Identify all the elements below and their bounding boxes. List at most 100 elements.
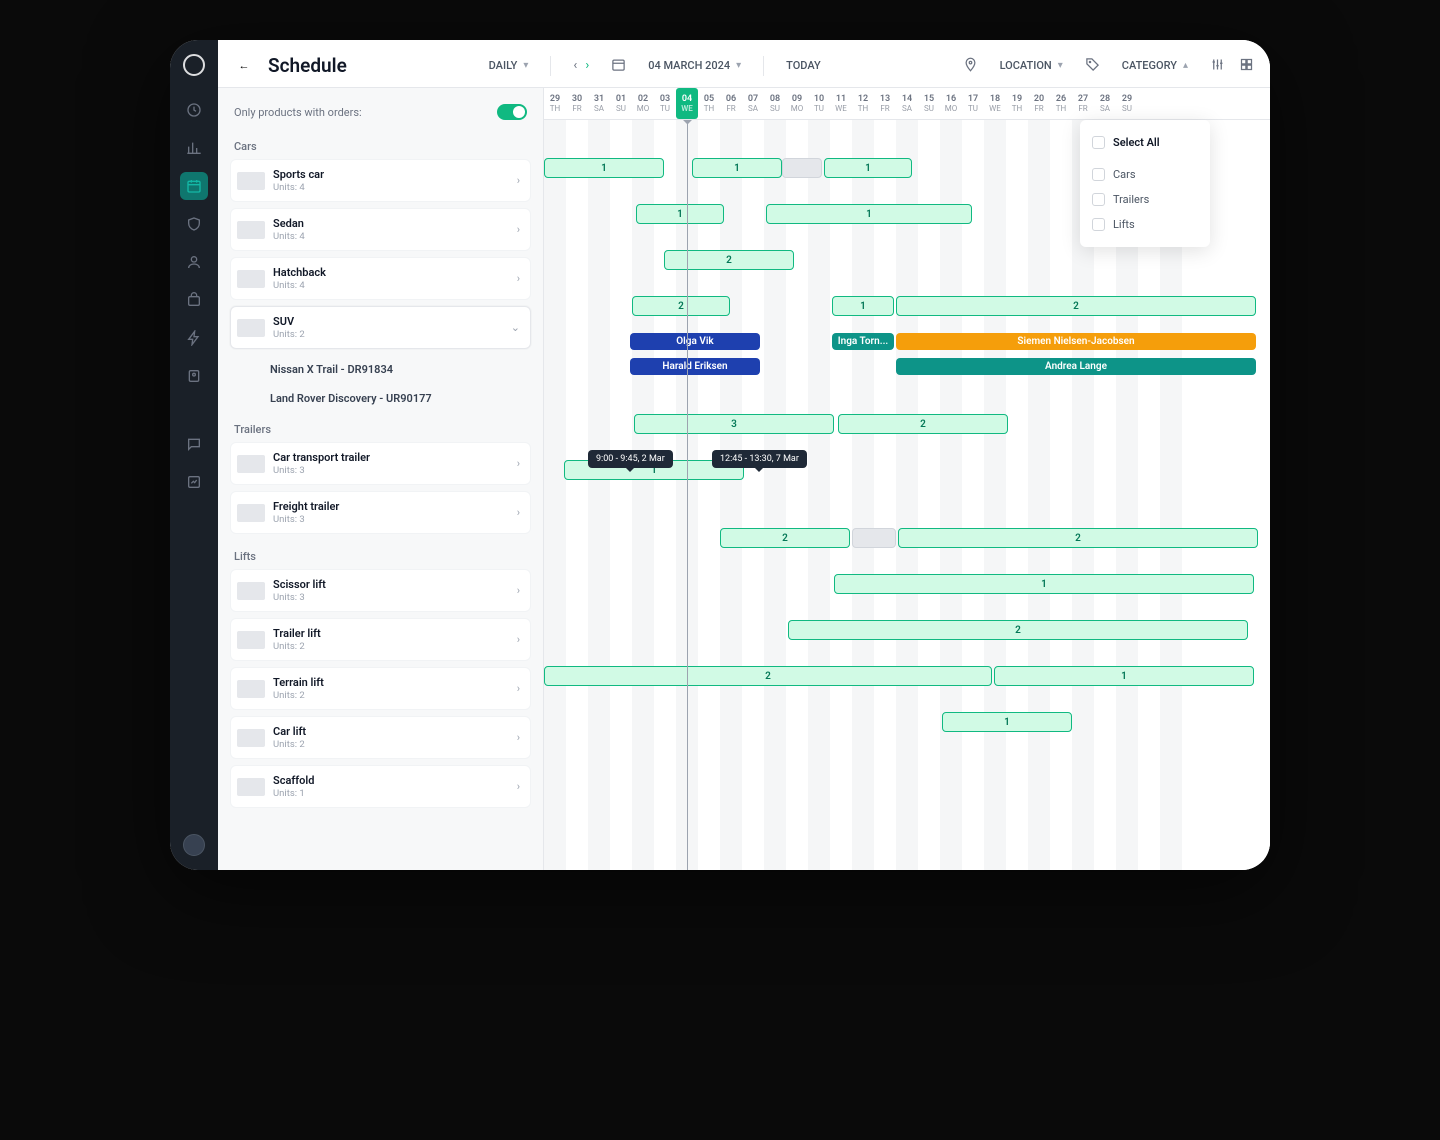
product-row[interactable]: Freight trailerUnits: 3› (230, 491, 531, 534)
product-row[interactable]: Terrain liftUnits: 2› (230, 667, 531, 710)
product-row[interactable]: ScaffoldUnits: 1› (230, 765, 531, 808)
stats-icon[interactable] (180, 468, 208, 496)
dropdown-item[interactable]: Trailers (1090, 187, 1200, 212)
day-column[interactable]: 06FR (720, 88, 742, 119)
booking-bar[interactable]: 2 (544, 666, 992, 686)
day-column[interactable]: 05TH (698, 88, 720, 119)
calendar-icon[interactable] (180, 172, 208, 200)
day-column[interactable]: 11WE (830, 88, 852, 119)
booking-bar[interactable]: 3 (634, 414, 834, 434)
booking-bar[interactable]: 2 (838, 414, 1008, 434)
day-column[interactable]: 12TH (852, 88, 874, 119)
product-row[interactable]: HatchbackUnits: 4› (230, 257, 531, 300)
product-row[interactable]: Scissor liftUnits: 3› (230, 569, 531, 612)
booking-bar[interactable]: 1 (834, 574, 1254, 594)
booking-bar[interactable]: 2 (896, 296, 1256, 316)
product-row[interactable]: Trailer liftUnits: 2› (230, 618, 531, 661)
avatar[interactable] (183, 834, 205, 856)
day-column[interactable]: 15SU (918, 88, 940, 119)
product-row[interactable]: Car liftUnits: 2› (230, 716, 531, 759)
dropdown-item[interactable]: Cars (1090, 162, 1200, 187)
today-button[interactable]: TODAY (778, 59, 829, 72)
date-display[interactable]: 04 MARCH 2024▾ (640, 59, 749, 72)
day-column[interactable]: 27FR (1072, 88, 1094, 119)
booking-bar[interactable]: 2 (788, 620, 1248, 640)
day-column[interactable]: 17TU (962, 88, 984, 119)
back-button[interactable]: ← (234, 56, 254, 76)
product-row[interactable]: SedanUnits: 4› (230, 208, 531, 251)
day-column[interactable]: 20FR (1028, 88, 1050, 119)
booking-bar[interactable]: 2 (632, 296, 730, 316)
box-icon[interactable] (180, 286, 208, 314)
product-thumb (237, 221, 265, 239)
day-column[interactable]: 29TH (544, 88, 566, 119)
booking-bar[interactable]: Harald Eriksen (630, 358, 760, 375)
category-select[interactable]: CATEGORY▴ (1114, 59, 1196, 72)
user-icon[interactable] (180, 248, 208, 276)
day-column[interactable]: 13FR (874, 88, 896, 119)
prev-button[interactable]: ‹ (571, 58, 579, 73)
settings-icon[interactable] (1210, 57, 1225, 75)
shield-icon[interactable] (180, 210, 208, 238)
timeline-row: 1 (544, 700, 1270, 746)
timeline-row: 32 (544, 402, 1270, 448)
booking-bar[interactable]: Inga Torn... (832, 333, 894, 350)
day-column[interactable]: 16MO (940, 88, 962, 119)
booking-bar[interactable]: 1 (994, 666, 1254, 686)
product-row[interactable]: Car transport trailerUnits: 3› (230, 442, 531, 485)
calendar-picker-icon[interactable] (611, 57, 626, 75)
booking-bar[interactable]: Siemen Nielsen-Jacobsen (896, 333, 1256, 350)
badge-icon[interactable] (180, 362, 208, 390)
chart-icon[interactable] (180, 134, 208, 162)
booking-bar[interactable]: 1 (832, 296, 894, 316)
chat-icon[interactable] (180, 430, 208, 458)
product-thumb (237, 172, 265, 190)
filter-toggle[interactable] (497, 104, 527, 120)
dropdown-select-all[interactable]: Select All (1090, 130, 1200, 162)
dropdown-item[interactable]: Lifts (1090, 212, 1200, 237)
day-column[interactable]: 18WE (984, 88, 1006, 119)
day-column[interactable]: 29SU (1116, 88, 1138, 119)
day-column[interactable]: 07SA (742, 88, 764, 119)
day-column[interactable]: 10TU (808, 88, 830, 119)
day-column[interactable]: 01SU (610, 88, 632, 119)
day-column[interactable]: 28SA (1094, 88, 1116, 119)
timeline[interactable]: 29TH30FR31SA01SU02MO03TU04WE05TH06FR07SA… (544, 88, 1270, 870)
booking-bar[interactable]: Andrea Lange (896, 358, 1256, 375)
day-column[interactable]: 30FR (566, 88, 588, 119)
product-row[interactable]: SUVUnits: 2⌄ (230, 306, 531, 349)
chevron-icon: › (517, 457, 520, 470)
day-column[interactable]: 14SA (896, 88, 918, 119)
day-column[interactable]: 19TH (1006, 88, 1028, 119)
grid-icon[interactable] (1239, 57, 1254, 75)
booking-bar[interactable]: 2 (664, 250, 794, 270)
day-column[interactable]: 03TU (654, 88, 676, 119)
day-column[interactable]: 04WE (676, 88, 698, 119)
view-mode-select[interactable]: DAILY▾ (481, 59, 537, 72)
booking-bar[interactable] (852, 528, 896, 548)
booking-bar[interactable]: 2 (898, 528, 1258, 548)
sidebar: Only products with orders: CarsSports ca… (218, 88, 544, 870)
day-column[interactable]: 26TH (1050, 88, 1072, 119)
booking-bar[interactable]: 1 (636, 204, 724, 224)
booking-bar[interactable]: 1 (766, 204, 972, 224)
day-column[interactable]: 09MO (786, 88, 808, 119)
sub-product[interactable]: Nissan X Trail - DR91834 (230, 355, 531, 384)
booking-bar[interactable]: 1 (544, 158, 664, 178)
location-select[interactable]: LOCATION▾ (992, 59, 1071, 72)
booking-bar[interactable]: 1 (692, 158, 782, 178)
day-column[interactable]: 02MO (632, 88, 654, 119)
next-button[interactable]: › (583, 58, 591, 73)
booking-bar[interactable]: 1 (824, 158, 912, 178)
booking-bar[interactable]: 1 (942, 712, 1072, 732)
booking-bar[interactable]: Olga Vik (630, 333, 760, 350)
day-column[interactable]: 08SU (764, 88, 786, 119)
bolt-icon[interactable] (180, 324, 208, 352)
day-column[interactable]: 31SA (588, 88, 610, 119)
booking-bar[interactable] (782, 158, 822, 178)
sub-product[interactable]: Land Rover Discovery - UR90177 (230, 384, 531, 413)
clock-icon[interactable] (180, 96, 208, 124)
chevron-icon: › (517, 174, 520, 187)
booking-bar[interactable]: 2 (720, 528, 850, 548)
product-row[interactable]: Sports carUnits: 4› (230, 159, 531, 202)
